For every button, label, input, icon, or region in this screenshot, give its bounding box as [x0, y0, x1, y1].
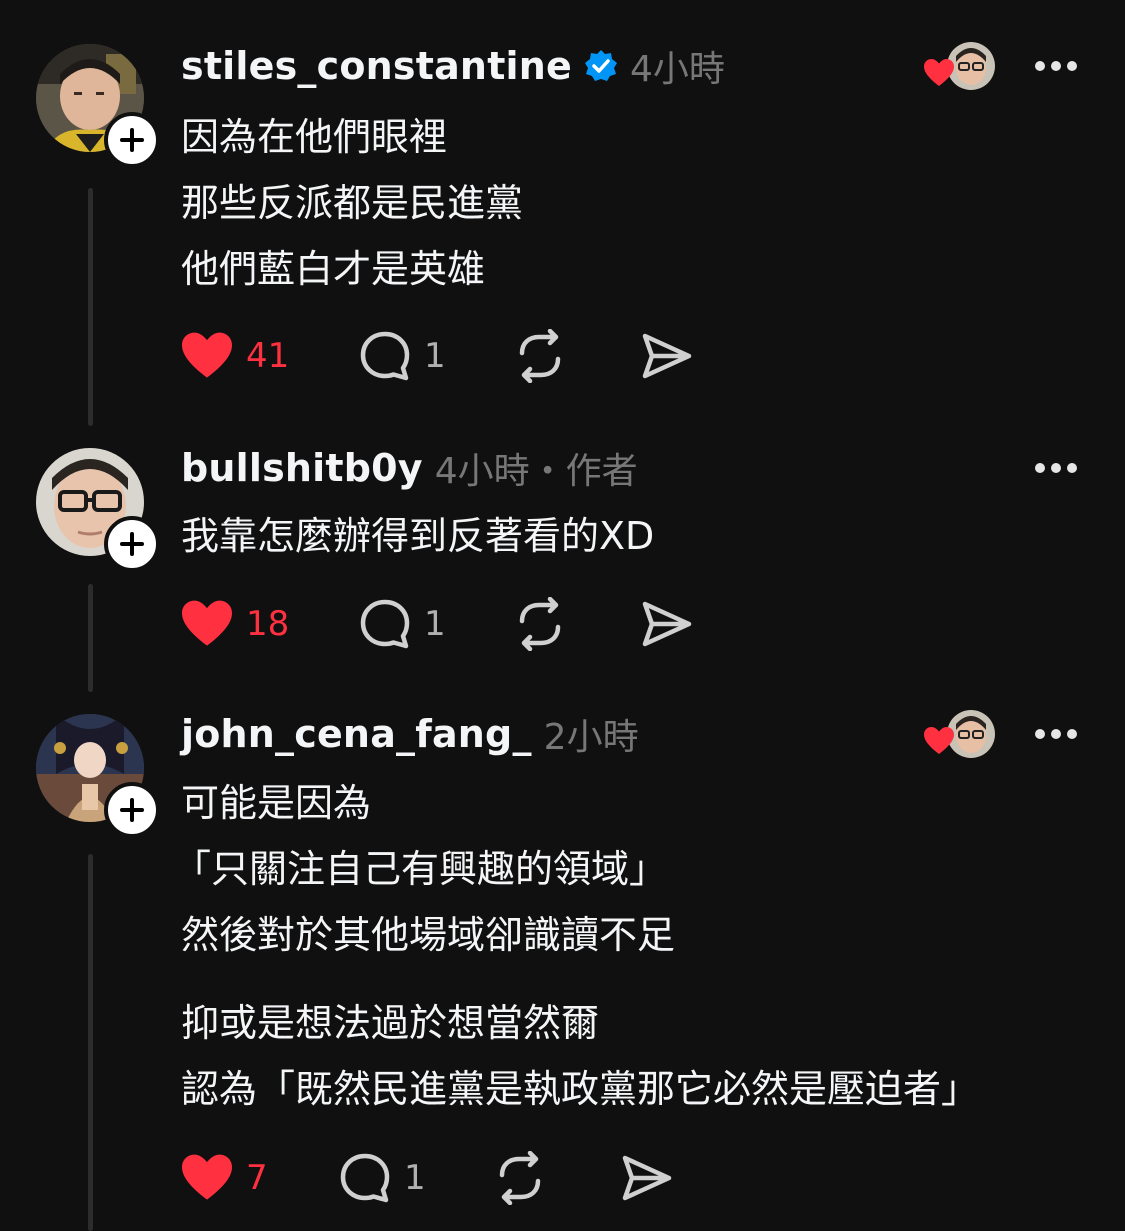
- reply-post-3: john_cena_fang_ 2小時 可能是因為 「只關注自己有興趣的領域」 …: [0, 708, 1125, 1231]
- repost-icon: [519, 329, 561, 383]
- avatar-bullshitb0y[interactable]: [36, 448, 160, 572]
- repost-button[interactable]: [512, 326, 568, 386]
- speech-bubble-icon: [360, 331, 410, 381]
- speech-bubble-icon: [360, 599, 410, 649]
- follow-button[interactable]: [104, 782, 160, 838]
- share-button[interactable]: [620, 1148, 674, 1208]
- post-line: 可能是因為: [181, 781, 372, 825]
- reply-count: 1: [404, 1158, 426, 1198]
- repost-icon: [499, 1151, 541, 1205]
- post-body: 因為在他們眼裡 那些反派都是民進黨 他們藍白才是英雄: [181, 104, 523, 302]
- liked-by-author-indicator: [923, 708, 997, 760]
- follow-button[interactable]: [104, 516, 160, 572]
- send-icon: [622, 1155, 672, 1201]
- username[interactable]: bullshitb0y: [181, 446, 423, 490]
- repost-button[interactable]: [492, 1148, 548, 1208]
- post-header: stiles_constantine 4小時: [181, 44, 725, 90]
- more-dots-icon[interactable]: [1034, 724, 1078, 744]
- verified-badge-icon: [584, 49, 618, 83]
- thread-line: [88, 188, 93, 426]
- speech-bubble-icon: [340, 1153, 390, 1203]
- post-time: 4小時・作者: [434, 451, 638, 492]
- heart-filled-icon: [924, 59, 954, 86]
- like-count: 7: [246, 1158, 268, 1198]
- post-time: 4小時: [630, 49, 725, 90]
- repost-button[interactable]: [512, 594, 568, 654]
- reply-button[interactable]: 1: [358, 594, 446, 654]
- plus-icon: [120, 128, 144, 152]
- reply-button[interactable]: 1: [358, 326, 446, 386]
- reply-post-2: bullshitb0y 4小時・作者 我靠怎麼辦得到反著看的XD 18 1: [0, 446, 1125, 696]
- reply-post-1: stiles_constantine 4小時 因為在他們眼裡 那些反派都是民進黨…: [0, 40, 1125, 434]
- send-icon: [642, 601, 692, 647]
- like-button[interactable]: 18: [180, 594, 289, 654]
- post-header: bullshitb0y 4小時・作者: [181, 446, 638, 492]
- reply-count: 1: [424, 604, 446, 644]
- post-line: 認為「既然民進黨是執政黨那它必然是壓迫者」: [181, 1067, 980, 1111]
- post-line: 「只關注自己有興趣的領域」: [173, 847, 668, 891]
- repost-icon: [519, 597, 561, 651]
- post-line: 然後對於其他場域卻識讀不足: [181, 913, 676, 957]
- more-dots-icon[interactable]: [1034, 56, 1078, 76]
- post-line: 我靠怎麼辦得到反著看的XD: [181, 514, 655, 558]
- heart-filled-icon: [182, 600, 232, 646]
- plus-icon: [120, 532, 144, 556]
- post-body: 我靠怎麼辦得到反著看的XD: [181, 503, 654, 569]
- reply-count: 1: [424, 336, 446, 376]
- post-time: 2小時: [543, 717, 639, 758]
- share-button[interactable]: [640, 594, 694, 654]
- plus-icon: [120, 798, 144, 822]
- post-line: 因為在他們眼裡: [181, 115, 448, 159]
- heart-filled-icon: [924, 727, 954, 754]
- reply-button[interactable]: 1: [338, 1148, 426, 1208]
- liked-by-author-indicator: [923, 40, 997, 92]
- avatar-john-cena-fang[interactable]: [36, 714, 160, 838]
- like-count: 18: [246, 604, 290, 644]
- thread-line: [88, 584, 93, 692]
- send-icon: [642, 333, 692, 379]
- thread-line: [88, 854, 93, 1231]
- avatar-stiles-constantine[interactable]: [36, 44, 160, 168]
- post-line: 那些反派都是民進黨: [181, 181, 524, 225]
- post-line: 他們藍白才是英雄: [181, 247, 486, 291]
- username[interactable]: stiles_constantine: [181, 44, 572, 88]
- share-button[interactable]: [640, 326, 694, 386]
- follow-button[interactable]: [104, 112, 160, 168]
- heart-filled-icon: [182, 1154, 232, 1200]
- username[interactable]: john_cena_fang_: [181, 712, 532, 756]
- like-button[interactable]: 7: [180, 1148, 268, 1208]
- post-body: 可能是因為 「只關注自己有興趣的領域」 然後對於其他場域卻識讀不足 抑或是想法過…: [173, 770, 980, 1122]
- like-button[interactable]: 41: [180, 326, 289, 386]
- like-count: 41: [246, 336, 290, 376]
- post-line: 抑或是想法過於想當然爾: [181, 1001, 600, 1045]
- heart-filled-icon: [182, 332, 232, 378]
- more-dots-icon[interactable]: [1034, 458, 1078, 478]
- post-header: john_cena_fang_ 2小時: [181, 712, 639, 758]
